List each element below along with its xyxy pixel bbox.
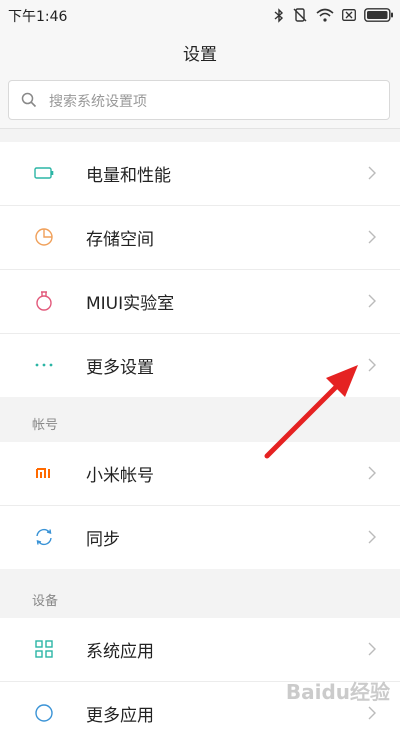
list-item-system-apps[interactable]: 系统应用 xyxy=(0,618,400,682)
list-item-storage[interactable]: 存储空间 xyxy=(0,206,400,270)
list-item-label: 更多应用 xyxy=(86,706,154,726)
page-title: 设置 xyxy=(183,45,217,65)
chevron-right-icon xyxy=(368,642,376,656)
chevron-right-icon xyxy=(368,706,376,720)
no-sim-icon xyxy=(342,9,356,21)
status-bar: 下午1:46 xyxy=(0,0,400,30)
list-item-more-settings[interactable]: 更多设置 xyxy=(0,334,400,397)
section-header-account: 帐号 xyxy=(0,402,400,442)
section-title: 帐号 xyxy=(32,418,59,433)
search-placeholder: 搜索系统设置项 xyxy=(49,94,147,110)
chevron-right-icon xyxy=(368,466,376,480)
battery-status-icon xyxy=(364,8,393,22)
section-title: 设备 xyxy=(32,594,59,609)
storage-pie-icon xyxy=(35,228,53,246)
list-item-label: 电量和性能 xyxy=(86,166,171,186)
grid-apps-icon xyxy=(35,640,53,658)
sync-icon xyxy=(36,528,52,546)
list-item-label: 系统应用 xyxy=(86,642,154,662)
app-header: 设置 xyxy=(0,30,400,72)
status-time: 下午1:46 xyxy=(8,9,68,25)
wifi-icon xyxy=(316,8,334,22)
list-item-label: 存储空间 xyxy=(86,230,154,250)
list-item-label: MIUI实验室 xyxy=(86,294,175,314)
chevron-right-icon xyxy=(368,530,376,544)
search-area: 搜索系统设置项 xyxy=(0,72,400,129)
chevron-right-icon xyxy=(368,166,376,180)
search-input[interactable]: 搜索系统设置项 xyxy=(8,80,390,120)
chevron-right-icon xyxy=(368,294,376,308)
settings-group-system: 电量和性能 存储空间 MIUI实验室 更多设置 xyxy=(0,142,400,397)
chevron-right-icon xyxy=(368,358,376,372)
search-icon xyxy=(21,92,37,108)
status-icons xyxy=(274,7,394,23)
list-item-miui-lab[interactable]: MIUI实验室 xyxy=(0,270,400,334)
section-header-device: 设备 xyxy=(0,578,400,618)
settings-group-account: 小米帐号 同步 xyxy=(0,442,400,569)
watermark-logo: Baidu经验 xyxy=(285,680,390,704)
list-item-label: 小米帐号 xyxy=(86,466,154,486)
apps-circle-icon xyxy=(35,704,53,722)
bluetooth-icon xyxy=(274,7,284,23)
chevron-right-icon xyxy=(368,230,376,244)
list-item-battery-performance[interactable]: 电量和性能 xyxy=(0,142,400,206)
more-dots-icon xyxy=(35,363,53,367)
flask-icon xyxy=(36,291,52,311)
mi-logo-icon xyxy=(36,468,50,478)
list-item-label: 同步 xyxy=(86,530,120,550)
list-item-label: 更多设置 xyxy=(86,358,154,378)
vibrate-off-icon xyxy=(293,8,307,22)
list-item-sync[interactable]: 同步 xyxy=(0,506,400,569)
list-item-mi-account[interactable]: 小米帐号 xyxy=(0,442,400,506)
battery-icon xyxy=(34,167,54,179)
